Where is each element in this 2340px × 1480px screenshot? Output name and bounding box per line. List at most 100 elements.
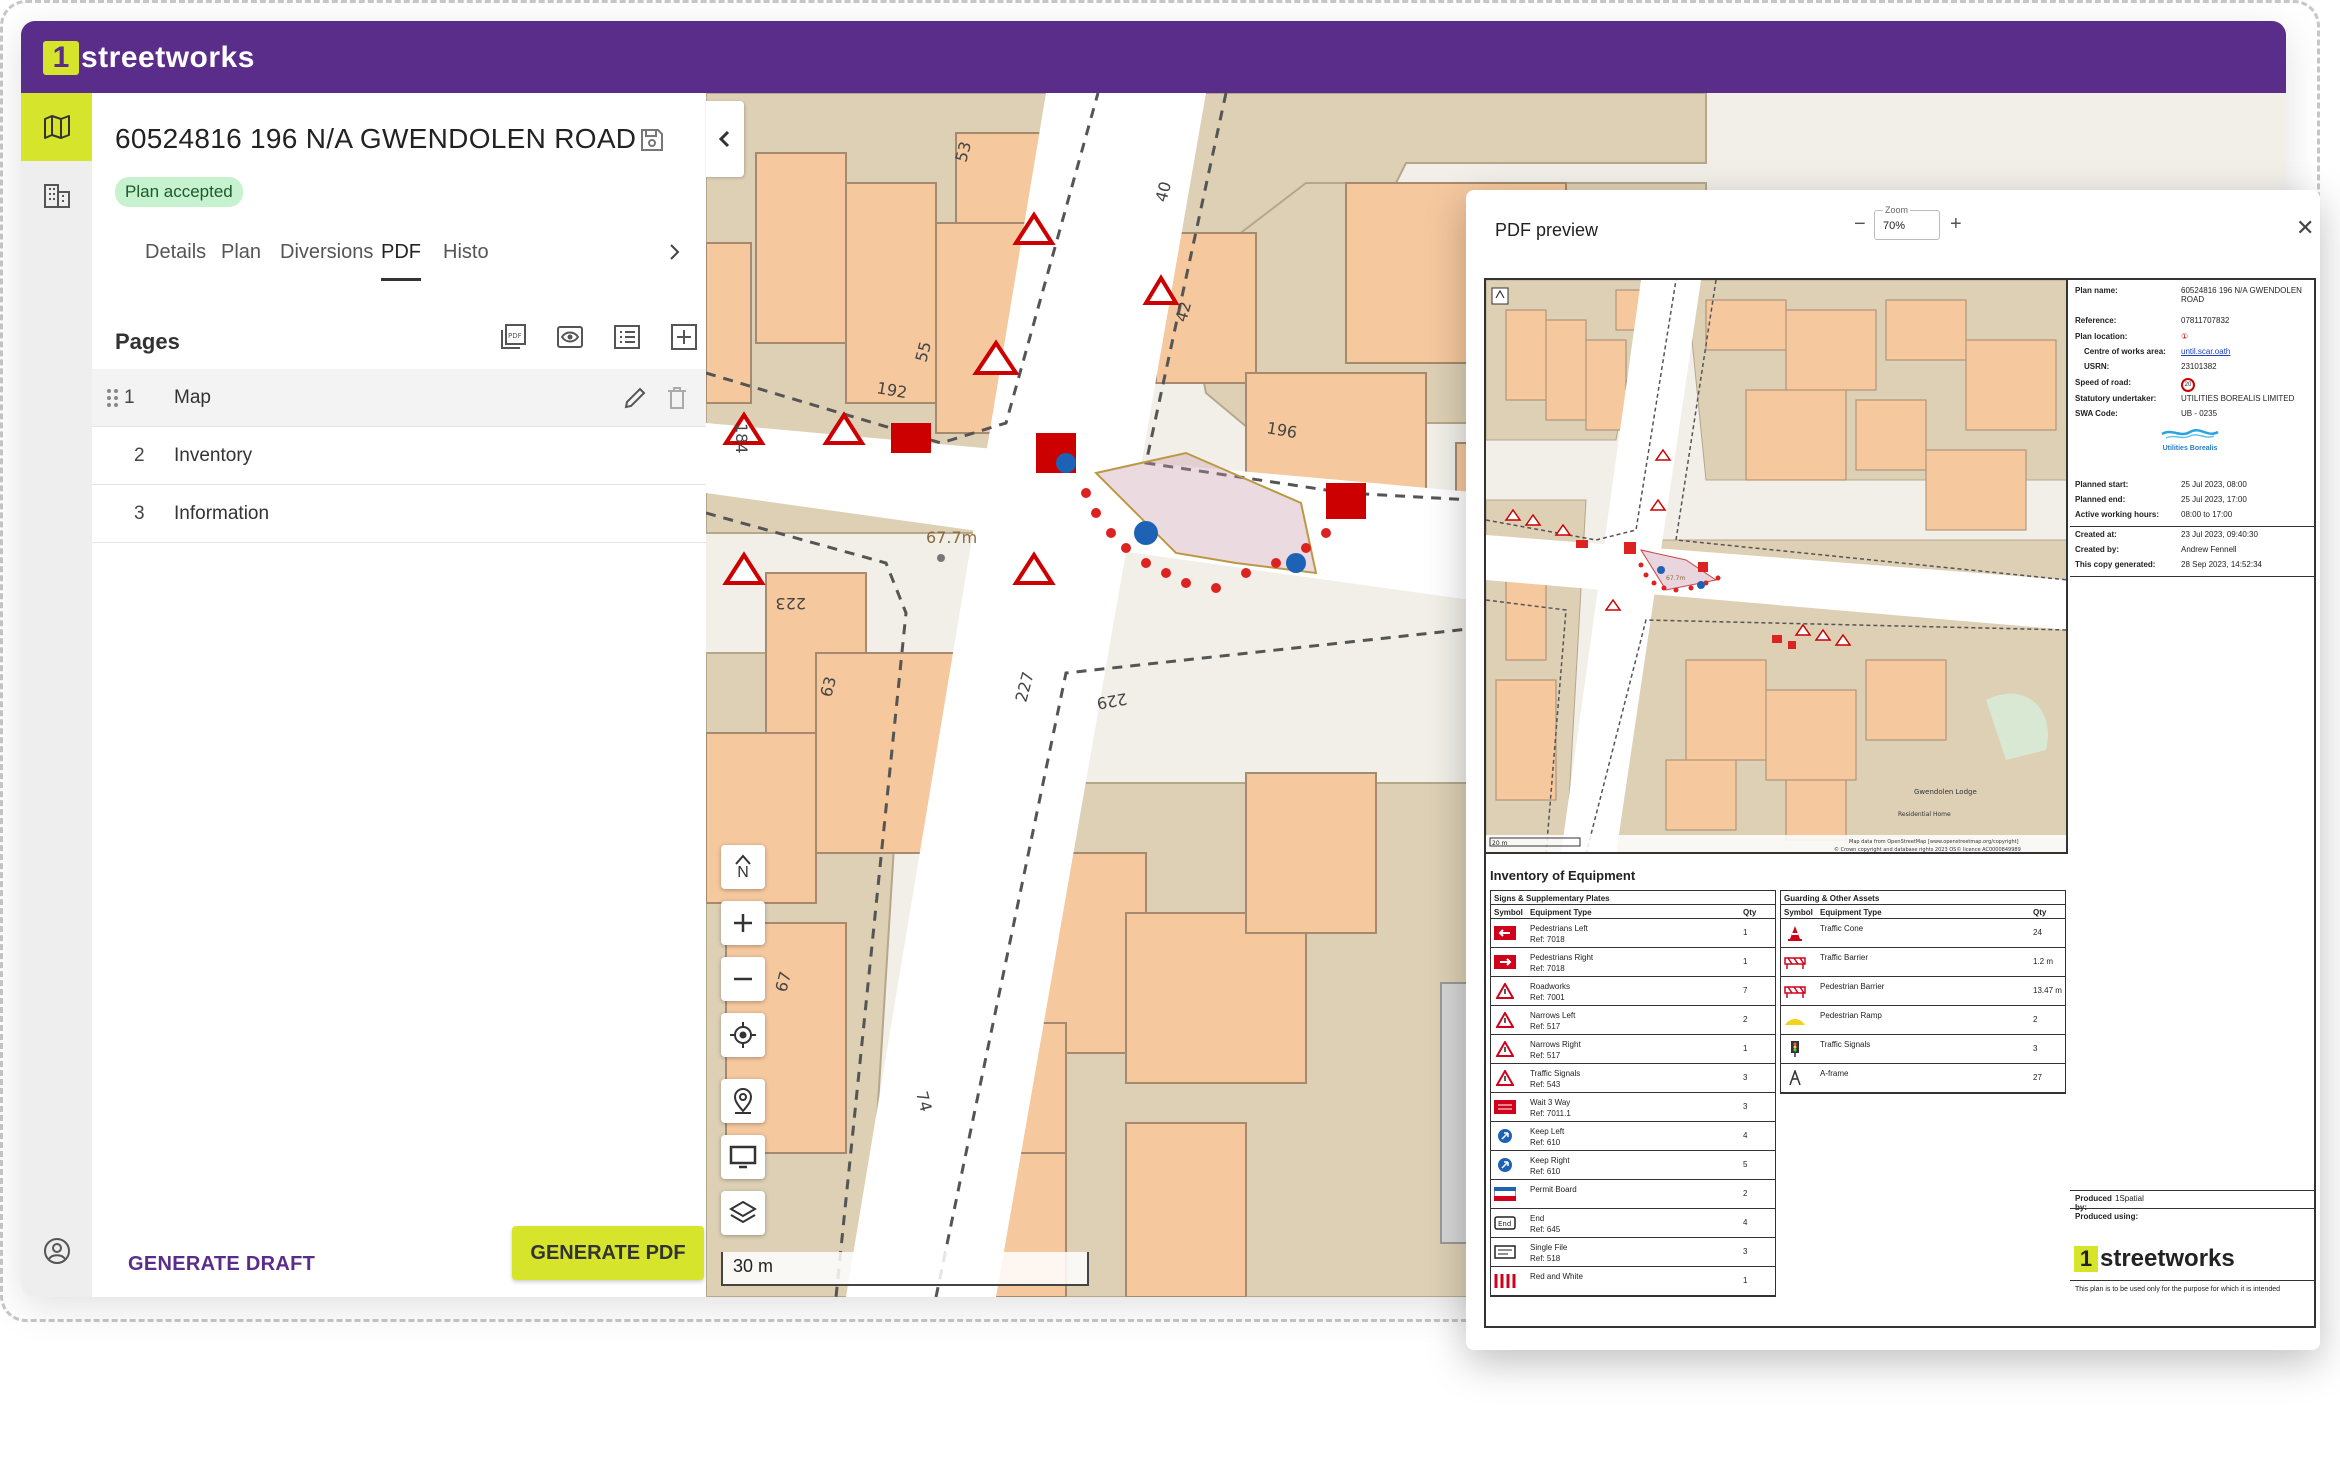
page-number: 2 xyxy=(134,445,145,466)
tab-diversions[interactable]: Diversions xyxy=(280,241,373,281)
equipment-type: Traffic Signals xyxy=(1820,1040,1871,1049)
zoom-value: 70% xyxy=(1883,220,1906,232)
north-compass-button[interactable]: N xyxy=(721,845,765,889)
preview-eye-icon[interactable] xyxy=(556,323,584,356)
divider xyxy=(2070,576,2314,577)
table-row: Pedestrians Left Ref: 7018 1 xyxy=(1491,919,1775,948)
info-row: USRN: 23101382 xyxy=(2084,362,2217,371)
equipment-ref: Ref: 517 xyxy=(1530,1051,1561,1060)
table-row: Red and White 1 xyxy=(1491,1267,1775,1296)
generate-pdf-button[interactable]: GENERATE PDF xyxy=(512,1226,704,1280)
list-icon[interactable] xyxy=(613,323,641,356)
equipment-qty: 3 xyxy=(1743,1102,1748,1111)
top-bar: 1 streetworks xyxy=(21,21,2286,93)
equipment-qty: 7 xyxy=(1743,986,1748,995)
info-row: Produced by:1Spatial xyxy=(2075,1194,2144,1212)
equipment-qty: 4 xyxy=(1743,1131,1748,1140)
zoom-out-button[interactable] xyxy=(721,957,765,1001)
streetworks-logo[interactable]: 1 streetworks xyxy=(43,41,255,75)
location-pin-icon[interactable] xyxy=(721,1079,765,1123)
info-row: Statutory undertaker: UTILITIES BOREALIS … xyxy=(2075,394,2295,403)
info-row: Reference: 07811707832 xyxy=(2075,316,2230,325)
map-icon[interactable] xyxy=(21,93,92,161)
utilities-borealis-logo: Utilities Borealis xyxy=(2150,426,2230,452)
equipment-type: Traffic Cone xyxy=(1820,924,1864,933)
account-icon[interactable] xyxy=(21,1217,92,1285)
equipment-qty: 1 xyxy=(1743,957,1748,966)
zoom-minus-button[interactable]: − xyxy=(1854,213,1866,236)
info-row: SWA Code: UB - 0235 xyxy=(2075,409,2218,418)
display-monitor-icon[interactable] xyxy=(721,1135,765,1179)
tab-pdf[interactable]: PDF xyxy=(381,241,421,281)
pdf-file-icon[interactable]: PDF xyxy=(499,323,527,356)
tabs-next-chevron-icon[interactable] xyxy=(665,241,683,268)
delete-trash-icon[interactable] xyxy=(665,385,689,416)
equipment-ref: Ref: 610 xyxy=(1530,1138,1561,1147)
equipment-ref: Ref: 543 xyxy=(1530,1080,1561,1089)
tab-details[interactable]: Details xyxy=(145,241,206,281)
zoom-input[interactable]: Zoom 70% xyxy=(1874,205,1940,240)
dialog-title: PDF preview xyxy=(1495,220,1599,240)
layers-icon[interactable] xyxy=(721,1191,765,1235)
equipment-type: A-frame xyxy=(1820,1069,1849,1078)
collapse-panel-chevron-icon[interactable] xyxy=(706,101,744,177)
svg-text:184: 184 xyxy=(732,423,751,454)
tab-history[interactable]: Histo xyxy=(443,241,489,281)
svg-text:End: End xyxy=(1498,1220,1511,1228)
page-row[interactable]: 1 Map xyxy=(92,369,706,427)
equipment-name: Traffic Barrier xyxy=(1820,952,1980,963)
zoom-in-button[interactable] xyxy=(721,901,765,945)
page-row[interactable]: 2 Inventory xyxy=(92,427,706,485)
zoom-control: − Zoom 70% + xyxy=(1854,205,1974,240)
equipment-qty: 2 xyxy=(1743,1189,1748,1198)
sheet-map: 67.7m Gwendolen Lodge Residential Home 2… xyxy=(1486,280,2068,854)
locate-crosshair-icon[interactable] xyxy=(721,1013,765,1057)
page-number: 3 xyxy=(134,503,145,524)
table-title: Guarding & Other Assets xyxy=(1781,891,2065,905)
page-title: 60524816 196 N/A GWENDOLEN ROAD xyxy=(115,123,637,154)
equipment-name: Roadworks Ref: 7001 xyxy=(1530,981,1690,1003)
equipment-type: Narrows Left xyxy=(1530,1011,1576,1020)
equipment-name: Pedestrian Ramp xyxy=(1820,1010,1980,1021)
page-row[interactable]: 3 Information xyxy=(92,485,706,543)
equipment-qty: 3 xyxy=(1743,1073,1748,1082)
edit-pencil-icon[interactable] xyxy=(622,385,648,416)
blue-circle-icon xyxy=(1494,1156,1516,1174)
info-row: Plan name: 60524816 196 N/A GWENDOLEN ROA… xyxy=(2075,286,2302,304)
blue-circle-icon xyxy=(1494,1127,1516,1145)
save-icon[interactable] xyxy=(639,127,665,158)
divider xyxy=(2070,1208,2314,1209)
drag-handle-icon[interactable] xyxy=(106,388,120,413)
equipment-type: Keep Right xyxy=(1530,1156,1570,1165)
aframe-icon xyxy=(1784,1069,1806,1087)
equipment-ref: Ref: 517 xyxy=(1530,1022,1561,1031)
svg-text:PDF: PDF xyxy=(508,332,522,340)
pages-heading: Pages xyxy=(115,329,180,354)
table-row: Traffic Cone 24 xyxy=(1781,919,2065,948)
equipment-ref: Ref: 645 xyxy=(1530,1225,1561,1234)
add-page-icon[interactable] xyxy=(670,323,698,356)
table-row: End End Ref: 645 4 xyxy=(1491,1209,1775,1238)
zoom-plus-button[interactable]: + xyxy=(1950,213,1962,236)
buildings-icon[interactable] xyxy=(21,161,92,229)
close-icon[interactable]: ✕ xyxy=(2296,215,2314,241)
end-icon: End xyxy=(1494,1214,1516,1232)
generate-draft-button[interactable]: GENERATE DRAFT xyxy=(128,1253,315,1276)
page-label: Inventory xyxy=(174,445,253,466)
table-row: Permit Board 2 xyxy=(1491,1180,1775,1209)
tab-bar: Details Plan Diversions PDF Histo xyxy=(115,241,695,281)
tab-plan[interactable]: Plan xyxy=(221,241,261,281)
table-header: Symbol Equipment Type Qty xyxy=(1781,905,2065,919)
cone-icon xyxy=(1784,924,1806,942)
logo-badge: 1 xyxy=(43,41,79,75)
info-row: Created at: 23 Jul 2023, 09:40:30 xyxy=(2075,530,2258,539)
equipment-name: Red and White xyxy=(1530,1271,1690,1282)
equipment-type: Wait 3 Way xyxy=(1530,1098,1571,1107)
equipment-ref: Ref: 7018 xyxy=(1530,935,1565,944)
speed-sign: 20 xyxy=(2181,378,2195,392)
table-row: Narrows Left Ref: 517 2 xyxy=(1491,1006,1775,1035)
equipment-type: Keep Left xyxy=(1530,1127,1565,1136)
sheet-measure: 67.7m xyxy=(1666,575,1685,582)
equipment-name: Pedestrians Left Ref: 7018 xyxy=(1530,923,1690,945)
table-row: Traffic Signals Ref: 543 3 xyxy=(1491,1064,1775,1093)
